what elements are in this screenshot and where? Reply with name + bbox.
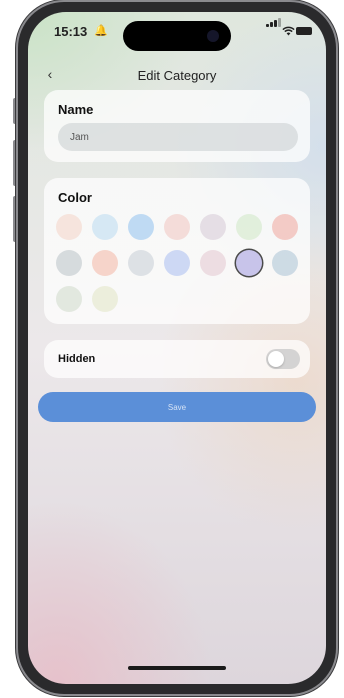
bell-icon: 🔔 (94, 25, 108, 37)
color-swatch[interactable] (128, 250, 154, 276)
page-title: Edit Category (137, 68, 217, 83)
color-swatch[interactable] (56, 286, 82, 312)
color-swatch[interactable] (56, 250, 82, 276)
color-swatch[interactable] (236, 250, 262, 276)
volume-down-button (13, 196, 17, 242)
wifi-icon (282, 25, 295, 39)
color-swatch[interactable] (92, 214, 118, 240)
color-swatch[interactable] (200, 250, 226, 276)
status-bar: 15:13 🔔 (28, 12, 326, 52)
color-swatch[interactable] (236, 214, 262, 240)
battery-icon (296, 27, 312, 35)
color-swatch[interactable] (272, 250, 298, 276)
volume-up-button (13, 140, 17, 186)
color-swatch[interactable] (272, 214, 298, 240)
color-swatch[interactable] (128, 214, 154, 240)
color-card: Color (44, 178, 310, 324)
phone-frame: 15:13 🔔 ‹ Edit Category Name Jam Color H… (18, 2, 336, 694)
hidden-card: Hidden (44, 340, 310, 378)
name-label: Name (58, 102, 94, 117)
name-card: Name (44, 90, 310, 162)
screen: 15:13 🔔 ‹ Edit Category Name Jam Color H… (28, 12, 326, 684)
nav-bar: ‹ Edit Category (28, 64, 326, 88)
dynamic-island (123, 21, 231, 51)
home-indicator[interactable] (128, 666, 226, 670)
hidden-label: Hidden (58, 353, 96, 365)
color-swatch[interactable] (92, 286, 118, 312)
name-input[interactable] (58, 123, 298, 151)
color-label: Color (58, 190, 92, 205)
save-button[interactable]: Save (38, 392, 316, 422)
hidden-toggle[interactable] (266, 349, 300, 369)
action-button (13, 98, 17, 124)
color-swatch[interactable] (200, 214, 226, 240)
color-swatch[interactable] (164, 250, 190, 276)
camera-icon (207, 30, 219, 42)
color-swatch[interactable] (56, 214, 82, 240)
status-time: 15:13 (54, 24, 88, 39)
toggle-knob (268, 351, 284, 367)
color-swatch[interactable] (164, 214, 190, 240)
color-swatch[interactable] (92, 250, 118, 276)
